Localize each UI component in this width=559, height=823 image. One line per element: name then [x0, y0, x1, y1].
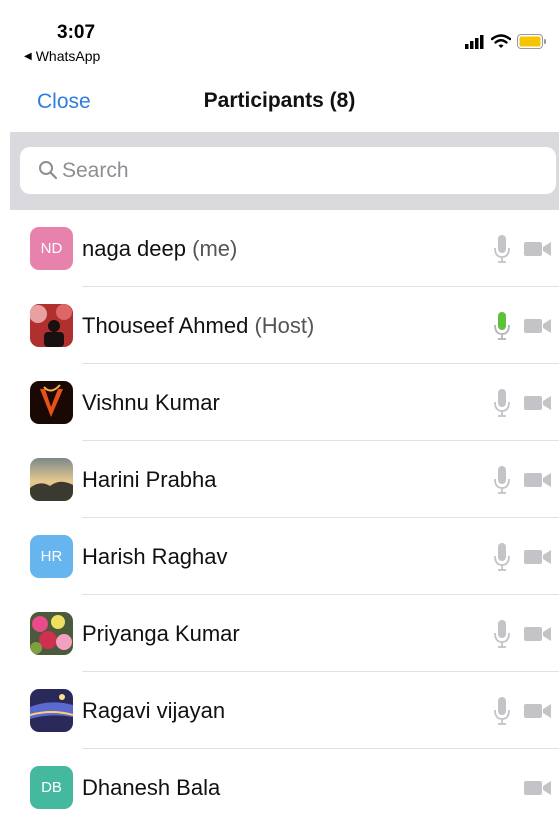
search-input[interactable] — [62, 156, 532, 186]
participant-name: Harish Raghav — [82, 543, 228, 569]
cellular-signal-icon — [465, 34, 484, 49]
avatar — [30, 689, 73, 732]
avatar — [30, 458, 73, 501]
status-bar: 3:07 ◀ WhatsApp — [0, 0, 559, 72]
video-camera-icon[interactable] — [524, 625, 552, 643]
participant-row[interactable]: HR Harish Raghav — [10, 518, 559, 595]
avatar — [30, 304, 73, 347]
microphone-icon[interactable] — [494, 388, 510, 418]
avatar-photo — [30, 612, 73, 655]
microphone-active-icon[interactable] — [494, 311, 510, 341]
video-camera-icon[interactable] — [524, 394, 552, 412]
participant-name: Harini Prabha — [82, 466, 217, 492]
participant-row[interactable]: Ragavi vijayan — [10, 672, 559, 749]
search-icon — [39, 161, 58, 180]
back-to-app-link[interactable]: ◀ WhatsApp — [24, 48, 100, 64]
participant-role: (Host) — [254, 312, 315, 338]
microphone-icon[interactable] — [494, 465, 510, 495]
participant-name: Vishnu Kumar — [82, 389, 220, 415]
participant-name-line: Harish Raghav — [82, 544, 228, 570]
avatar-photo — [30, 689, 73, 732]
participant-row[interactable]: Harini Prabha — [10, 441, 559, 518]
participant-name-line: Ragavi vijayan — [82, 698, 225, 724]
status-icons — [465, 34, 547, 49]
avatar: ND — [30, 227, 73, 270]
avatar-initials: ND — [40, 240, 63, 257]
back-arrow-icon: ◀ — [24, 50, 32, 62]
avatar-initials: HR — [40, 548, 63, 565]
microphone-icon[interactable] — [494, 696, 510, 726]
avatar-photo — [30, 458, 73, 501]
navigation-bar: Close Participants (8) — [0, 72, 559, 132]
avatar: DB — [30, 766, 73, 809]
participant-role: (me) — [192, 235, 238, 261]
video-camera-icon[interactable] — [524, 779, 552, 797]
participant-row[interactable]: ND naga deep (me) — [10, 210, 559, 287]
participant-name: naga deep — [82, 235, 186, 261]
avatar-photo — [30, 381, 73, 424]
participant-name-line: naga deep (me) — [82, 236, 237, 262]
video-camera-icon[interactable] — [524, 702, 552, 720]
participant-name-line: Thouseef Ahmed (Host) — [82, 313, 314, 339]
participant-name: Thouseef Ahmed — [82, 312, 249, 338]
participant-row[interactable]: Priyanga Kumar — [10, 595, 559, 672]
video-camera-icon[interactable] — [524, 317, 552, 335]
avatar: HR — [30, 535, 73, 578]
back-app-label: WhatsApp — [35, 48, 101, 64]
video-camera-icon[interactable] — [524, 240, 552, 258]
participant-name-line: Vishnu Kumar — [82, 390, 220, 416]
avatar-photo — [30, 304, 73, 347]
participants-list: ND naga deep (me) Thouseef Ahmed (Host) … — [10, 210, 559, 823]
page-title: Participants (8) — [203, 89, 356, 112]
avatar — [30, 612, 73, 655]
participant-row[interactable]: DB Dhanesh Bala — [10, 749, 559, 823]
participant-row[interactable]: Vishnu Kumar — [10, 364, 559, 441]
avatar-initials: DB — [41, 779, 62, 796]
participant-name-line: Priyanga Kumar — [82, 621, 240, 647]
microphone-icon[interactable] — [494, 619, 510, 649]
wifi-icon — [491, 34, 511, 48]
search-area — [10, 132, 559, 210]
participant-row[interactable]: Thouseef Ahmed (Host) — [10, 287, 559, 364]
video-camera-icon[interactable] — [524, 548, 552, 566]
video-camera-icon[interactable] — [524, 471, 552, 489]
microphone-icon[interactable] — [494, 234, 510, 264]
status-time: 3:07 — [57, 22, 96, 43]
participant-name: Priyanga Kumar — [82, 620, 240, 646]
avatar — [30, 381, 73, 424]
battery-icon — [517, 34, 546, 49]
participant-name: Ragavi vijayan — [82, 697, 226, 723]
microphone-icon[interactable] — [494, 542, 510, 572]
participant-name-line: Harini Prabha — [82, 467, 217, 493]
participant-name-line: Dhanesh Bala — [82, 775, 220, 801]
participant-name: Dhanesh Bala — [82, 774, 221, 800]
search-box[interactable] — [20, 147, 556, 194]
